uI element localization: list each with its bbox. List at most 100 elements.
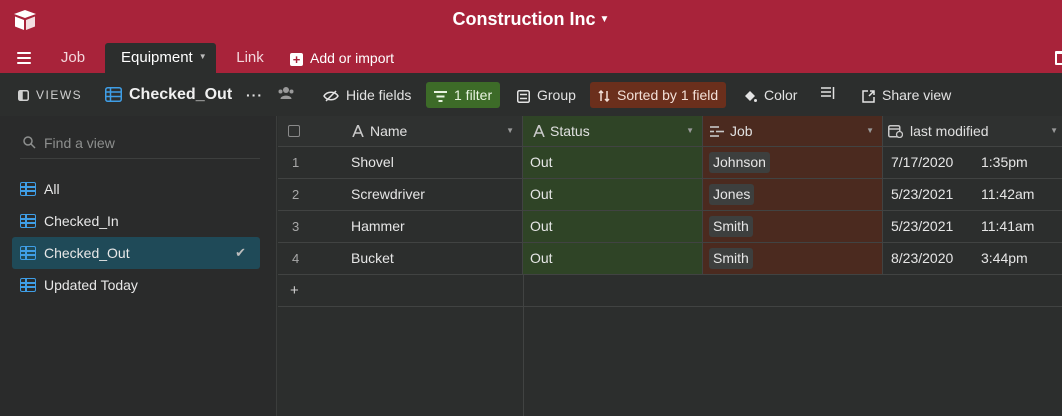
plus-icon: + [290, 282, 299, 299]
status-cell[interactable]: Out [523, 179, 703, 211]
grid-view-icon [105, 87, 122, 103]
link-field-icon [710, 126, 724, 137]
group-icon [517, 89, 530, 103]
row-height-icon [821, 87, 835, 99]
chevron-down-icon[interactable]: ▼ [506, 116, 514, 146]
tab-equipment[interactable]: Equipment ▼ [105, 43, 216, 73]
date-value: 5/23/2021 [891, 186, 954, 202]
last-modified-cell[interactable]: 7/17/2020 1:35pm [883, 147, 1062, 179]
column-header-name[interactable]: Name ▼ [278, 116, 523, 147]
name-cell[interactable]: Bucket [343, 243, 523, 275]
column-label: last modified [910, 123, 989, 139]
paint-bucket-icon [745, 91, 757, 103]
column-header-last-modified[interactable]: last modified ▼ [883, 116, 1062, 147]
chevron-down-icon[interactable]: ▼ [199, 52, 207, 61]
name-cell[interactable]: Screwdriver [343, 179, 523, 211]
search-icon [23, 136, 36, 149]
calendar-clock-icon [888, 125, 903, 138]
trash-icon[interactable] [1055, 51, 1062, 65]
last-modified-cell[interactable]: 5/23/2021 11:41am [883, 211, 1062, 243]
views-label: VIEWS [36, 88, 83, 102]
linked-record-chip[interactable]: Smith [709, 216, 753, 237]
tab-label: Link [236, 49, 264, 66]
date-value: 7/17/2020 [891, 154, 954, 170]
text-field-icon [352, 125, 364, 137]
job-cell[interactable]: Johnson [703, 147, 883, 179]
sidebar-view-all[interactable]: All [12, 173, 260, 205]
status-cell[interactable]: Out [523, 243, 703, 275]
share-view-button[interactable]: Share view [862, 84, 951, 106]
group-button[interactable]: Group [517, 84, 576, 106]
status-cell[interactable]: Out [523, 211, 703, 243]
table-tabs: Job Equipment ▼ Link + Add or import [0, 43, 1062, 73]
more-icon: ··· [246, 87, 263, 103]
tab-link[interactable]: Link [226, 43, 274, 73]
column-header-job[interactable]: Job ▼ [703, 116, 883, 147]
row-number: 2 [278, 179, 343, 211]
grid-view-icon [20, 182, 36, 196]
last-modified-cell[interactable]: 5/23/2021 11:42am [883, 179, 1062, 211]
sidebar-view-checked-out[interactable]: Checked_Out ✔ [12, 237, 260, 269]
linked-record-chip[interactable]: Johnson [709, 152, 770, 173]
records-grid: Name ▼ Status ▼ Job ▼ last modified ▼ 1 … [278, 116, 1062, 416]
filter-label: 1 filter [454, 87, 493, 103]
time-value: 11:42am [981, 186, 1035, 202]
group-label: Group [537, 87, 576, 103]
job-cell[interactable]: Smith [703, 211, 883, 243]
linked-record-chip[interactable]: Smith [709, 248, 753, 269]
sidebar-view-checked-in[interactable]: Checked_In [12, 205, 260, 237]
name-cell[interactable]: Hammer [343, 211, 523, 243]
view-label: Checked_In [44, 213, 119, 229]
job-cell[interactable]: Smith [703, 243, 883, 275]
color-button[interactable]: Color [743, 84, 797, 106]
add-record-button[interactable]: + [278, 275, 1062, 307]
menu-icon[interactable] [17, 52, 31, 64]
chevron-down-icon[interactable]: ▼ [1050, 116, 1058, 146]
sort-label: Sorted by 1 field [617, 87, 719, 103]
sort-button[interactable]: Sorted by 1 field [590, 82, 727, 108]
color-label: Color [764, 87, 798, 103]
column-label: Job [730, 123, 753, 139]
linked-record-chip[interactable]: Jones [709, 184, 755, 205]
add-or-import-button[interactable]: + Add or import [290, 43, 394, 73]
grid-view-icon [20, 278, 36, 292]
tab-label: Equipment [121, 49, 193, 66]
tab-job[interactable]: Job [50, 43, 96, 73]
view-label: All [44, 181, 60, 197]
name-cell[interactable]: Shovel [343, 147, 523, 179]
view-toolbar: VIEWS Checked_Out ··· Hide fields 1 filt… [0, 73, 1062, 116]
hide-fields-button[interactable]: Hide fields [323, 84, 411, 106]
time-value: 1:35pm [981, 154, 1028, 170]
find-view-search[interactable]: Find a view [20, 133, 260, 159]
checkmark-icon: ✔ [235, 245, 246, 260]
tab-label: Job [60, 49, 86, 66]
column-label: Status [550, 123, 590, 139]
filter-button[interactable]: 1 filter [426, 82, 501, 108]
time-value: 3:44pm [981, 250, 1028, 266]
status-cell[interactable]: Out [523, 147, 703, 179]
date-value: 8/23/2020 [891, 250, 954, 266]
time-value: 11:41am [981, 218, 1035, 234]
chevron-down-icon[interactable]: ▼ [686, 116, 694, 146]
view-menu-button[interactable]: ··· [246, 84, 263, 106]
view-label: Checked_Out [44, 245, 130, 261]
add-or-import-label: Add or import [310, 50, 395, 66]
sort-icon [598, 90, 610, 103]
views-sidebar: Find a view All Checked_In Checked_Out ✔ … [0, 116, 277, 416]
last-modified-cell[interactable]: 8/23/2020 3:44pm [883, 243, 1062, 275]
base-title[interactable]: Construction Inc ▼ [0, 9, 1062, 30]
select-all-checkbox[interactable] [288, 125, 300, 137]
column-header-status[interactable]: Status ▼ [523, 116, 703, 147]
job-cell[interactable]: Jones [703, 179, 883, 211]
filter-icon [434, 90, 447, 102]
collaborators-icon[interactable] [277, 84, 295, 106]
views-toggle[interactable]: VIEWS [18, 84, 82, 106]
chevron-down-icon[interactable]: ▼ [866, 116, 874, 146]
column-label: Name [370, 123, 408, 139]
row-number: 4 [278, 243, 343, 275]
current-view-name[interactable]: Checked_Out [105, 84, 232, 106]
row-number: 3 [278, 211, 343, 243]
row-height-button[interactable] [821, 84, 835, 106]
sidebar-view-updated-today[interactable]: Updated Today [12, 269, 260, 301]
row-number: 1 [278, 147, 343, 179]
